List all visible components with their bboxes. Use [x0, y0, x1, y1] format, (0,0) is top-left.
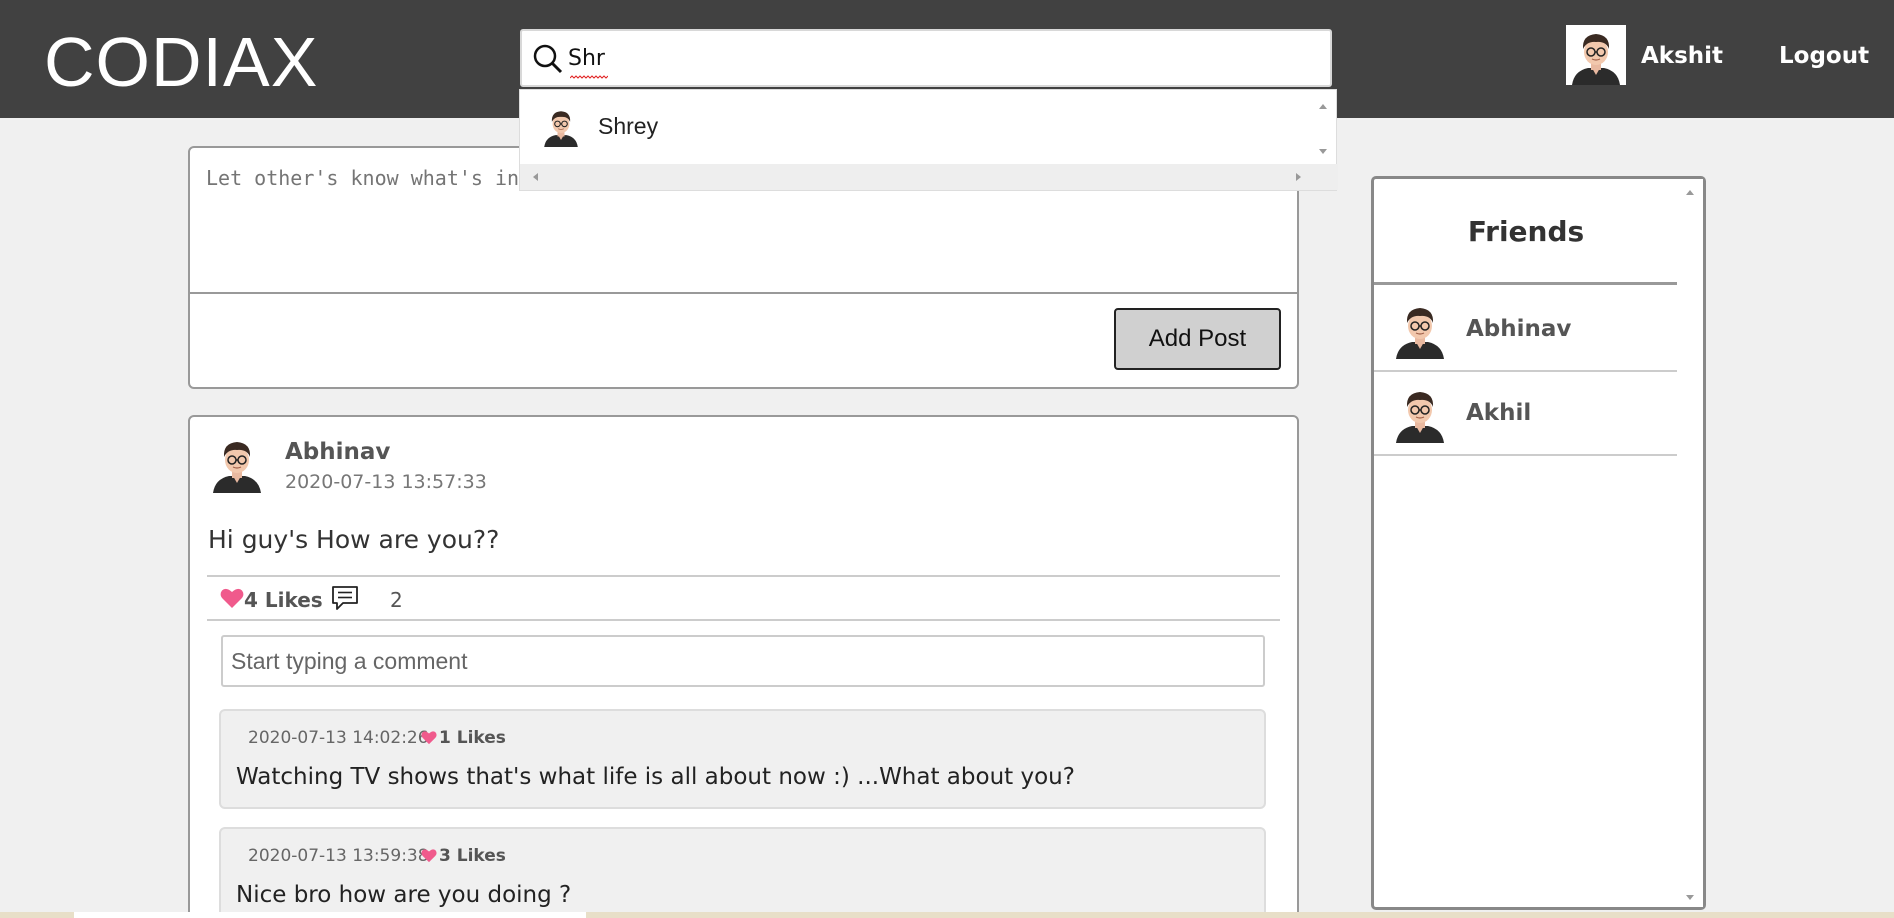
search-result-item[interactable]: Shrey [540, 102, 658, 150]
search-box[interactable] [520, 29, 1332, 87]
horizontal-scrollbar[interactable] [520, 164, 1338, 190]
comment-icon[interactable] [331, 585, 359, 611]
post-timestamp: 2020-07-13 13:57:33 [285, 471, 487, 493]
heart-icon[interactable] [421, 848, 437, 863]
comment-likes-count: 1 Likes [439, 728, 506, 748]
heart-icon[interactable] [421, 730, 437, 745]
scroll-arrows-icon [1686, 190, 1694, 900]
heart-icon[interactable] [220, 587, 244, 609]
avatar [540, 105, 582, 147]
comments-count: 2 [390, 588, 403, 612]
scroll-arrows-icon [533, 173, 1301, 181]
avatar [1390, 382, 1450, 444]
user-avatar[interactable] [1566, 25, 1626, 85]
search-results-dropdown: Shrey [519, 89, 1338, 191]
friend-item[interactable]: Akhil [1374, 372, 1678, 456]
spellcheck-underline [570, 75, 608, 79]
comment-item: 2020-07-13 13:59:38 3 Likes Nice bro how… [219, 827, 1266, 918]
search-input[interactable] [568, 39, 1308, 77]
comment-text: Watching TV shows that's what life is al… [236, 764, 1075, 790]
vertical-scrollbar[interactable] [1677, 179, 1703, 907]
post-actions: 4 Likes 2 [207, 575, 1280, 621]
likes-count: 4 Likes [244, 588, 323, 612]
avatar [1390, 298, 1450, 360]
comment-text: Nice bro how are you doing ? [236, 882, 572, 908]
search-icon [533, 44, 563, 74]
post-card: Abhinav 2020-07-13 13:57:33 Hi guy's How… [188, 415, 1299, 918]
bottom-strip-highlight [74, 912, 586, 918]
comment-timestamp: 2020-07-13 14:02:26 [248, 728, 429, 748]
comment-item: 2020-07-13 14:02:26 1 Likes Watching TV … [219, 709, 1266, 809]
user-name[interactable]: Akshit [1641, 43, 1723, 69]
friend-item[interactable]: Abhinav [1374, 288, 1678, 372]
friend-name: Akhil [1466, 400, 1532, 426]
comment-likes-count: 3 Likes [439, 846, 506, 866]
vertical-scrollbar[interactable] [1310, 90, 1336, 166]
scroll-arrows-icon [1319, 104, 1327, 154]
friends-title: Friends [1374, 179, 1678, 285]
search-result-name: Shrey [598, 112, 659, 139]
comment-timestamp: 2020-07-13 13:59:38 [248, 846, 429, 866]
avatar[interactable] [207, 433, 267, 493]
add-post-button[interactable]: Add Post [1114, 308, 1281, 370]
friend-name: Abhinav [1466, 316, 1572, 342]
divider [190, 292, 1297, 294]
post-author[interactable]: Abhinav [285, 439, 390, 465]
friends-panel: Friends Abhinav Akhil [1371, 176, 1706, 910]
comment-input[interactable] [221, 635, 1265, 687]
logout-button[interactable]: Logout [1779, 43, 1869, 69]
post-content: Hi guy's How are you?? [208, 525, 500, 554]
app-logo[interactable]: CODIAX [44, 22, 318, 102]
